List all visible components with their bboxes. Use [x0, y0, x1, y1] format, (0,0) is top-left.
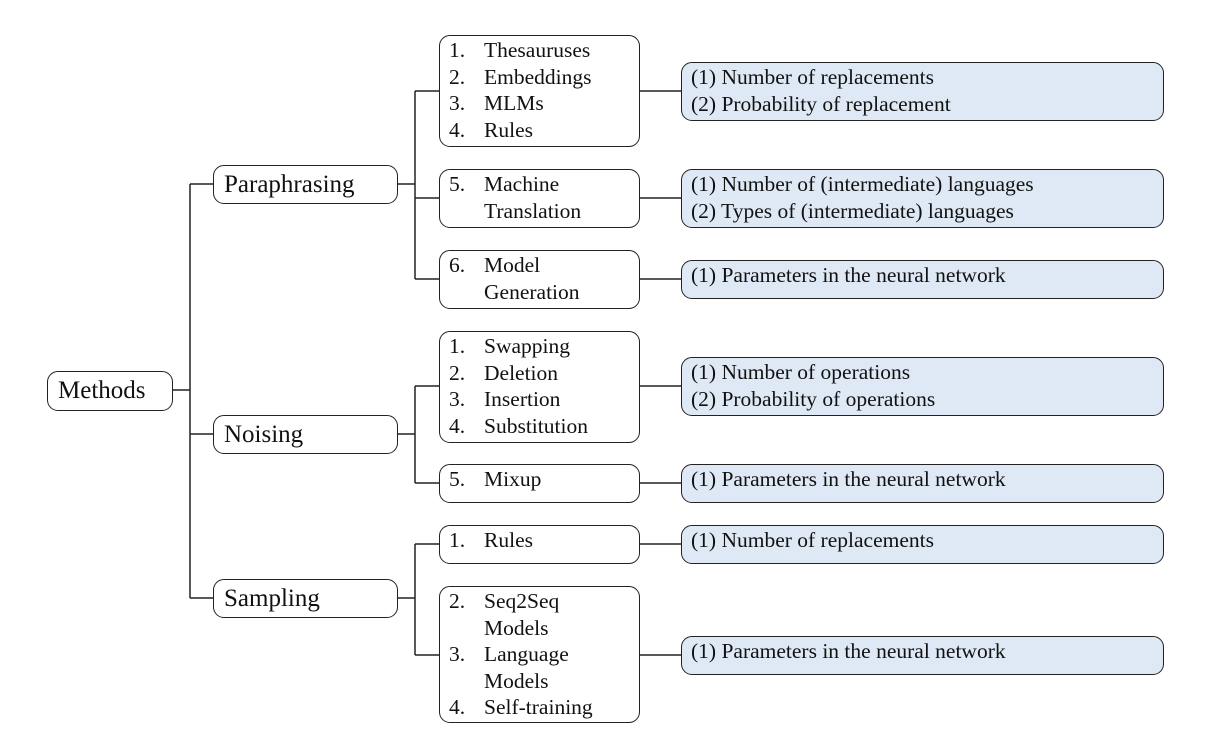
technique-group-paraphrasing-generation: 6. Model Generation	[439, 250, 640, 309]
technique-item: 3. MLMs	[449, 90, 639, 117]
item-label: Embeddings	[484, 64, 592, 89]
item-number: 5.	[449, 467, 466, 491]
item-label: Self-training	[484, 695, 593, 719]
root-label: Methods	[58, 377, 146, 404]
technique-item: 3. Language Models	[449, 641, 639, 694]
param-item: (2) Types of (intermediate) languages	[691, 198, 1014, 223]
param-item: (1) Number of replacements	[691, 65, 934, 89]
item-label: Language Models	[484, 642, 569, 693]
item-number: 3.	[449, 91, 466, 115]
category-label: Paraphrasing	[224, 170, 355, 198]
param-item: (1) Parameters in the neural network	[691, 263, 1006, 287]
item-label: Substitution	[484, 413, 588, 438]
param-box-noising-operations: (1) Number of operations (2) Probability…	[681, 357, 1164, 416]
param-item: (1) Parameters in the neural network	[691, 467, 1006, 491]
technique-item: 2. Deletion	[449, 360, 639, 387]
item-number: 4.	[449, 695, 466, 719]
param-box-sampling-rules: (1) Number of replacements	[681, 525, 1164, 564]
technique-item: 5. Mixup	[449, 466, 639, 493]
item-label: Machine Translation	[484, 172, 582, 223]
param-item: (1) Parameters in the neural network	[691, 639, 1006, 663]
item-number: 3.	[449, 642, 466, 666]
param-item: (2) Probability of operations	[691, 386, 936, 411]
root-node-methods: Methods	[47, 371, 173, 411]
technique-item: 4. Substitution	[449, 413, 639, 440]
item-number: 4.	[449, 117, 466, 142]
item-label: Rules	[484, 528, 533, 552]
technique-group-sampling-models: 2. Seq2Seq Models 3. Language Models 4. Sel…	[439, 586, 640, 723]
item-label: Mixup	[484, 467, 542, 491]
item-number: 2.	[449, 589, 466, 613]
technique-group-noising-mixup: 5. Mixup	[439, 464, 640, 503]
category-node-sampling: Sampling	[213, 579, 398, 618]
technique-item: 2. Seq2Seq Models	[449, 588, 639, 641]
technique-group-sampling-rules: 1. Rules	[439, 525, 640, 564]
connector-sampling-params	[640, 543, 681, 656]
item-label: MLMs	[484, 91, 544, 115]
connector-paraphrasing-params	[640, 90, 681, 280]
category-label: Noising	[224, 420, 304, 448]
connector-paraphrasing-branch	[398, 90, 439, 280]
technique-item: 1. Rules	[449, 527, 639, 554]
item-label: Seq2Seq Models	[484, 589, 560, 640]
technique-item: 4. Self-training	[449, 694, 639, 721]
item-number: 1.	[449, 38, 466, 62]
item-label: Rules	[484, 117, 533, 142]
item-number: 1.	[449, 528, 466, 552]
param-box-sampling-models: (1) Parameters in the neural network	[681, 636, 1164, 675]
technique-item: 2. Embeddings	[449, 64, 639, 91]
technique-item: 3. Insertion	[449, 386, 639, 413]
param-item: (1) Number of operations	[691, 360, 911, 384]
param-box-paraphrasing-lexical: (1) Number of replacements (2) Probabili…	[681, 62, 1164, 121]
param-box-paraphrasing-generation: (1) Parameters in the neural network	[681, 260, 1164, 299]
item-label: Insertion	[484, 387, 561, 411]
technique-item: 4. Rules	[449, 117, 639, 144]
param-box-paraphrasing-translation: (1) Number of (intermediate) languages (…	[681, 169, 1164, 228]
item-number: 2.	[449, 64, 466, 89]
category-label: Sampling	[224, 584, 320, 612]
param-item: (2) Probability of replacement	[691, 91, 951, 116]
item-number: 3.	[449, 387, 466, 411]
item-label: Model Generation	[484, 253, 580, 304]
item-number: 5.	[449, 172, 466, 196]
item-label: Swapping	[484, 334, 570, 358]
item-number: 1.	[449, 334, 466, 358]
technique-group-paraphrasing-lexical: 1. Thesauruses 2. Embeddings 3. MLMs 4. Rule…	[439, 35, 640, 147]
technique-group-noising-operations: 1. Swapping 2. Deletion 3. Insertion 4. Subs…	[439, 331, 640, 443]
param-item: (1) Number of replacements	[691, 528, 934, 552]
category-node-paraphrasing: Paraphrasing	[213, 165, 398, 204]
param-item: (1) Number of (intermediate) languages	[691, 172, 1034, 196]
connector-sampling-branch	[398, 543, 439, 656]
item-number: 4.	[449, 413, 466, 438]
item-label: Thesauruses	[484, 38, 591, 62]
item-label: Deletion	[484, 360, 559, 385]
technique-group-paraphrasing-translation: 5. Machine Translation	[439, 169, 640, 228]
technique-item: 1. Swapping	[449, 333, 639, 360]
technique-item: 5. Machine Translation	[449, 171, 639, 224]
item-number: 6.	[449, 253, 466, 277]
connector-noising-branch	[398, 385, 439, 484]
technique-item: 1. Thesauruses	[449, 37, 639, 64]
connector-noising-params	[640, 385, 681, 484]
category-node-noising: Noising	[213, 415, 398, 454]
technique-item: 6. Model Generation	[449, 252, 639, 305]
item-number: 2.	[449, 360, 466, 385]
param-box-noising-mixup: (1) Parameters in the neural network	[681, 464, 1164, 503]
